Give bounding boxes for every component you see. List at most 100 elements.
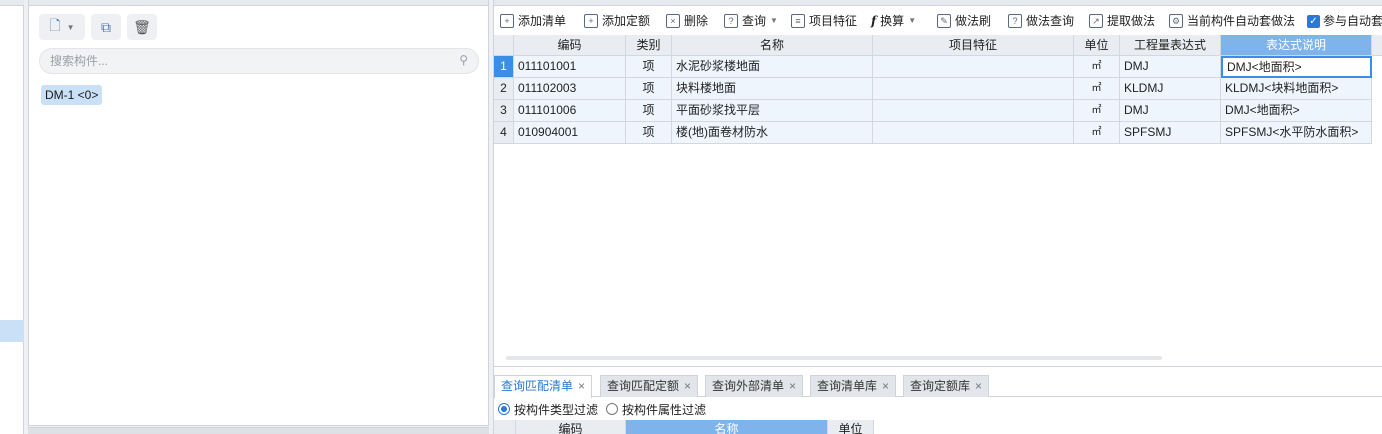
cell-feature[interactable]: [873, 122, 1074, 144]
cell-type[interactable]: 项: [626, 78, 672, 100]
cell-name[interactable]: 楼(地)面卷材防水: [672, 122, 873, 144]
grid-header-filler: [1372, 35, 1382, 56]
extract-method-button[interactable]: ↗ 提取做法: [1089, 11, 1155, 31]
cell-unit[interactable]: ㎡: [1074, 122, 1120, 144]
method-panel-topbar: [494, 0, 1382, 6]
cell-code[interactable]: 011101006: [514, 100, 626, 122]
cell-unit[interactable]: ㎡: [1074, 78, 1120, 100]
search-input[interactable]: [40, 49, 440, 73]
trash-icon: ×: [666, 14, 680, 28]
grid-header-code[interactable]: 编码: [514, 35, 626, 56]
grid-header-unit[interactable]: 单位: [1074, 35, 1120, 56]
cell-expr[interactable]: DMJ: [1120, 100, 1221, 122]
close-icon[interactable]: ×: [684, 379, 691, 393]
cell-type[interactable]: 项: [626, 100, 672, 122]
grid-header-expr[interactable]: 工程量表达式: [1120, 35, 1221, 56]
tab-query-external-list[interactable]: 查询外部清单 ×: [705, 375, 804, 397]
grid-header-name[interactable]: 名称: [672, 35, 873, 56]
function-icon: f: [871, 14, 877, 28]
table-row[interactable]: 4 010904001 项 楼(地)面卷材防水 ㎡ SPFSMJ SPFSMJ<…: [494, 122, 1382, 144]
cell-feature[interactable]: [873, 56, 1074, 78]
cell-desc[interactable]: DMJ<地面积>: [1221, 56, 1372, 78]
tab-query-list-library[interactable]: 查询清单库 ×: [810, 375, 897, 397]
filter-by-type-label: 按构件类型过滤: [514, 402, 599, 417]
grid-header-desc[interactable]: 表达式说明: [1221, 35, 1372, 56]
query-header-unit[interactable]: 单位: [828, 420, 874, 434]
search-icon[interactable]: ⚲: [459, 53, 468, 67]
filter-by-type-radio[interactable]: 按构件类型过滤: [498, 401, 598, 418]
query-icon: ?: [724, 14, 738, 28]
convert-button[interactable]: f 换算 ▼: [871, 11, 916, 31]
component-panel-scrollbar[interactable]: [28, 427, 489, 434]
auto-apply-button[interactable]: ⚙ 当前构件自动套做法: [1169, 11, 1295, 31]
cell-code[interactable]: 011101001: [514, 56, 626, 78]
table-row[interactable]: 1 011101001 项 水泥砂浆楼地面 ㎡ DMJ DMJ<地面积>: [494, 56, 1382, 78]
horizontal-scrollbar[interactable]: [506, 356, 1162, 360]
query-header-index: [494, 420, 516, 434]
tab-label: 查询匹配定额: [607, 379, 680, 393]
close-icon[interactable]: ×: [882, 379, 889, 393]
cell-type[interactable]: 项: [626, 56, 672, 78]
cell-expr[interactable]: KLDMJ: [1120, 78, 1221, 100]
method-brush-button[interactable]: ✎ 做法刷: [937, 11, 991, 31]
table-row[interactable]: 3 011101006 项 平面砂浆找平层 ㎡ DMJ DMJ<地面积>: [494, 100, 1382, 122]
delete-button[interactable]: × 删除: [666, 11, 708, 31]
cell-name[interactable]: 水泥砂浆楼地面: [672, 56, 873, 78]
method-query-button[interactable]: ? 做法查询: [1008, 11, 1074, 31]
row-index[interactable]: 3: [494, 100, 514, 122]
cell-feature[interactable]: [873, 100, 1074, 122]
cell-expr[interactable]: SPFSMJ: [1120, 122, 1221, 144]
close-icon[interactable]: ×: [578, 379, 585, 393]
method-brush-label: 做法刷: [955, 14, 992, 28]
cell-code[interactable]: 010904001: [514, 122, 626, 144]
cell-desc[interactable]: DMJ<地面积>: [1221, 100, 1372, 122]
chevron-down-icon: ▼: [66, 22, 75, 32]
tab-label: 查询匹配清单: [501, 379, 574, 393]
tab-label: 查询外部清单: [712, 379, 785, 393]
copy-component-button[interactable]: ⧉: [91, 14, 121, 40]
delete-component-button[interactable]: 🗑: [127, 14, 157, 40]
row-index[interactable]: 2: [494, 78, 514, 100]
cell-type[interactable]: 项: [626, 122, 672, 144]
filter-by-attr-radio[interactable]: 按构件属性过滤: [606, 401, 706, 418]
cell-unit[interactable]: ㎡: [1074, 56, 1120, 78]
cell-feature[interactable]: [873, 78, 1074, 100]
query-button[interactable]: ? 查询 ▼: [724, 11, 778, 31]
table-row[interactable]: 2 011102003 项 块料楼地面 ㎡ KLDMJ KLDMJ<块料地面积>: [494, 78, 1382, 100]
cell-expr[interactable]: DMJ: [1120, 56, 1221, 78]
tab-query-match-quota[interactable]: 查询匹配定额 ×: [600, 375, 699, 397]
query-result-header: 编码 名称 单位: [494, 420, 1382, 434]
cell-code[interactable]: 011102003: [514, 78, 626, 100]
add-list-label: 添加清单: [518, 14, 567, 28]
row-index[interactable]: 4: [494, 122, 514, 144]
cell-desc[interactable]: SPFSMJ<水平防水面积>: [1221, 122, 1372, 144]
method-query-label: 做法查询: [1026, 14, 1075, 28]
participate-auto-checkbox[interactable]: ✓ 参与自动套: [1307, 11, 1382, 31]
grid-header-type[interactable]: 类别: [626, 35, 672, 56]
extract-method-label: 提取做法: [1107, 14, 1156, 28]
item-feature-label: 项目特征: [809, 14, 858, 28]
cell-desc[interactable]: KLDMJ<块料地面积>: [1221, 78, 1372, 100]
component-item-dm-1[interactable]: DM-1 <0>: [41, 85, 103, 105]
close-icon[interactable]: ×: [975, 379, 982, 393]
participate-auto-label: 参与自动套: [1323, 14, 1382, 28]
brush-icon: ✎: [937, 14, 951, 28]
item-feature-icon: ≡: [791, 14, 805, 28]
grid-header-feature[interactable]: 项目特征: [873, 35, 1074, 56]
add-quota-button[interactable]: + 添加定额: [584, 11, 650, 31]
close-icon[interactable]: ×: [789, 379, 796, 393]
item-feature-button[interactable]: ≡ 项目特征: [791, 11, 857, 31]
cell-name[interactable]: 平面砂浆找平层: [672, 100, 873, 122]
tab-query-quota-library[interactable]: 查询定额库 ×: [903, 375, 990, 397]
query-header-code[interactable]: 编码: [516, 420, 626, 434]
left-nav-strip: [0, 0, 24, 434]
tab-query-match-list[interactable]: 查询匹配清单 ×: [494, 375, 593, 398]
cell-unit[interactable]: ㎡: [1074, 100, 1120, 122]
query-header-name[interactable]: 名称: [626, 420, 828, 434]
left-strip-selected-item[interactable]: [0, 320, 24, 342]
filter-options: 按构件类型过滤 按构件属性过滤: [498, 400, 714, 418]
add-list-button[interactable]: + 添加清单: [500, 11, 566, 31]
row-index[interactable]: 1: [494, 56, 514, 78]
cell-name[interactable]: 块料楼地面: [672, 78, 873, 100]
new-component-button[interactable]: 🗋 ▼: [39, 14, 85, 40]
